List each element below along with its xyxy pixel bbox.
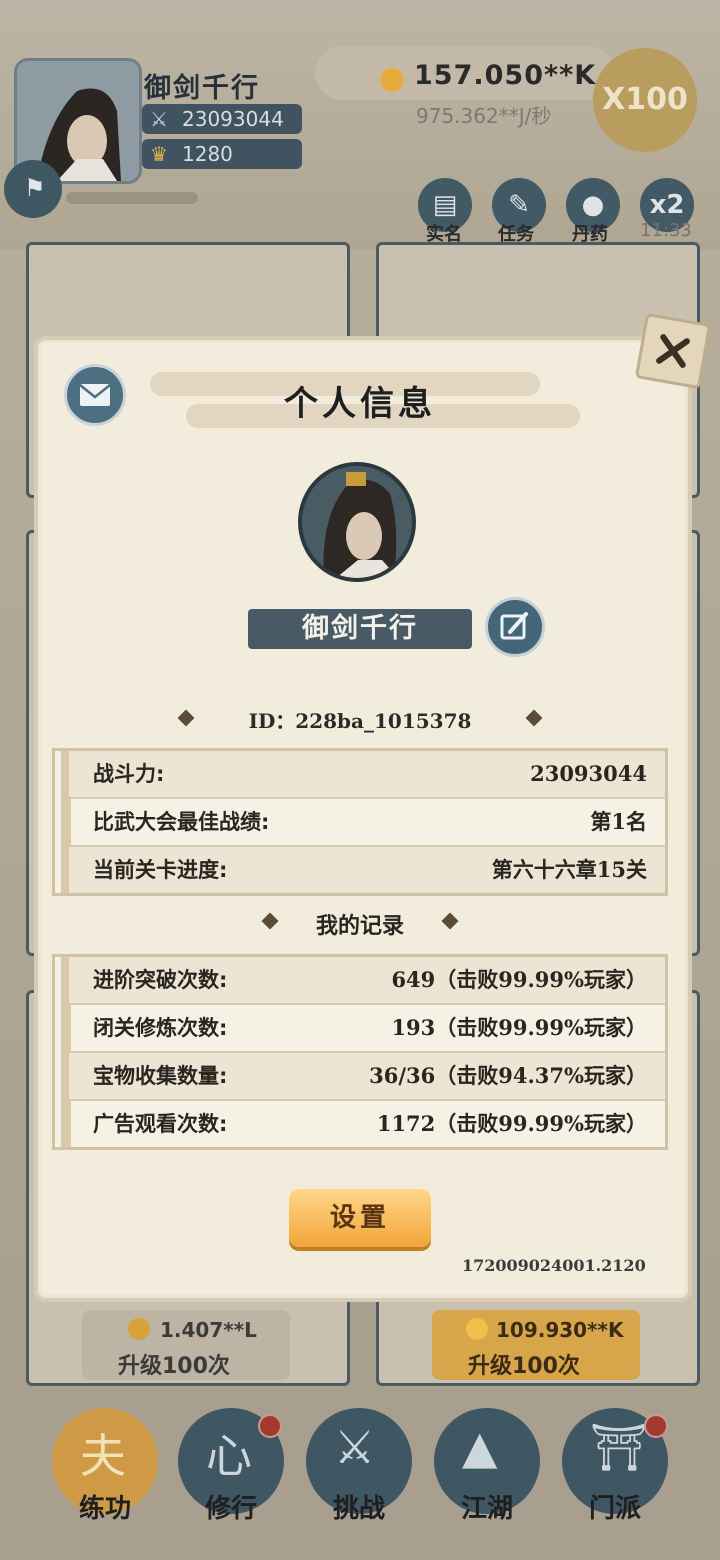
gold-coin-icon	[466, 1318, 488, 1340]
crossed-swords-icon: ⚔	[334, 1420, 376, 1474]
record-value: 36/36（击败94.37%玩家）	[369, 1063, 647, 1088]
record-value: 649（击败99.99%玩家）	[391, 967, 647, 992]
power-value: 23093044	[182, 107, 284, 131]
nav-practice-label: 练功	[78, 1494, 131, 1524]
crossed-swords-icon: ⚔	[150, 107, 168, 131]
gold-amount: 157.050**K	[414, 60, 597, 91]
gold-rate: 975.362**J/秒	[416, 104, 552, 128]
table-row: 比武大会最佳战绩: 第1名	[69, 799, 665, 847]
exp-bar	[66, 192, 198, 204]
stats-table: 战斗力: 23093044 比武大会最佳战绩: 第1名 当前关卡进度: 第六十六…	[52, 748, 668, 896]
mail-button[interactable]	[64, 364, 126, 426]
record-value: 1172（击败99.99%玩家）	[376, 1111, 647, 1136]
upgrade-card[interactable]: 1.407**L 升级100次	[82, 1310, 290, 1380]
mountain-icon: ▲	[462, 1420, 498, 1474]
gold-coin-icon	[128, 1318, 150, 1340]
table-row: 战斗力: 23093044	[69, 751, 665, 799]
settings-button[interactable]: 设置	[289, 1189, 431, 1247]
envelope-icon	[79, 384, 111, 406]
table-row: 当前关卡进度: 第六十六章15关	[69, 847, 665, 893]
id-card-icon: ▤	[432, 190, 458, 220]
nav-challenge-label: 挑战	[332, 1494, 385, 1524]
player-id: ID：228ba_1015378	[248, 709, 472, 733]
ingot-value: 1280	[182, 142, 233, 166]
stat-value: 第六十六章15关	[491, 857, 647, 882]
records-table: 进阶突破次数: 649（击败99.99%玩家） 闭关修炼次数: 193（击败99…	[52, 954, 668, 1150]
flag-icon: ⚑	[24, 174, 46, 202]
records-title: 我的记录	[315, 914, 404, 939]
table-row: 进阶突破次数: 649（击败99.99%玩家）	[69, 957, 665, 1005]
top-bar: 御剑千行 ⚔ 23093044 ♛ 1280 ⚑ 157.050**K 975.…	[0, 0, 720, 250]
version-number: 172009024001.2120	[462, 1256, 646, 1275]
gold-ingot-icon: ♛	[150, 142, 168, 166]
gate-icon: ⛩	[590, 1420, 649, 1474]
flag-button[interactable]: ⚑	[4, 160, 62, 218]
upgrade-label: 升级100次	[118, 1354, 230, 1379]
stat-value: 23093044	[530, 761, 647, 786]
record-key: 进阶突破次数:	[93, 968, 228, 992]
martial-figure-icon: 夫	[80, 1429, 126, 1483]
table-row: 广告观看次数: 1172（击败99.99%玩家）	[69, 1101, 665, 1147]
stat-key: 战斗力:	[93, 762, 165, 786]
record-key: 广告观看次数:	[93, 1112, 228, 1136]
scroll-icon: ✎	[508, 190, 530, 220]
notification-dot	[644, 1414, 668, 1438]
close-button[interactable]	[634, 312, 712, 390]
speed-multiplier: x2	[649, 190, 685, 220]
heart-glyph-icon: 心	[206, 1429, 252, 1483]
notification-dot	[258, 1414, 282, 1438]
multiplier-button[interactable]: X100	[593, 48, 697, 152]
edit-name-button[interactable]	[485, 597, 545, 657]
record-key: 闭关修炼次数:	[93, 1016, 228, 1040]
gold-coin-icon	[380, 68, 404, 92]
stat-key: 当前关卡进度:	[93, 858, 228, 882]
nav-sect-label: 门派	[588, 1494, 641, 1524]
pill-icon: ●	[581, 190, 605, 220]
upgrade-cost: 109.930**K	[496, 1318, 624, 1342]
speed-timer: 11:33	[640, 220, 692, 241]
record-value: 193（击败99.99%玩家）	[391, 1015, 647, 1040]
player-name-plate: 御剑千行	[248, 609, 472, 649]
edit-icon	[500, 612, 528, 640]
profile-avatar[interactable]	[298, 462, 416, 582]
upgrade-card[interactable]: 109.930**K 升级100次	[432, 1310, 640, 1380]
power-pill: ⚔ 23093044	[142, 104, 302, 134]
ingot-pill: ♛ 1280	[142, 139, 302, 169]
record-key: 宝物收集数量:	[93, 1064, 228, 1088]
upgrade-label: 升级100次	[468, 1354, 580, 1379]
upgrade-cost: 1.407**L	[160, 1318, 257, 1342]
stat-value: 第1名	[590, 809, 647, 834]
table-row: 闭关修炼次数: 193（击败99.99%玩家）	[69, 1005, 665, 1053]
nav-jianghu-label: 江湖	[460, 1494, 513, 1524]
table-row: 宝物收集数量: 36/36（击败94.37%玩家）	[69, 1053, 665, 1101]
nav-cultivate-label: 修行	[204, 1494, 257, 1524]
stat-key: 比武大会最佳战绩:	[93, 810, 270, 834]
player-name: 御剑千行	[144, 73, 260, 104]
close-icon	[656, 334, 690, 368]
